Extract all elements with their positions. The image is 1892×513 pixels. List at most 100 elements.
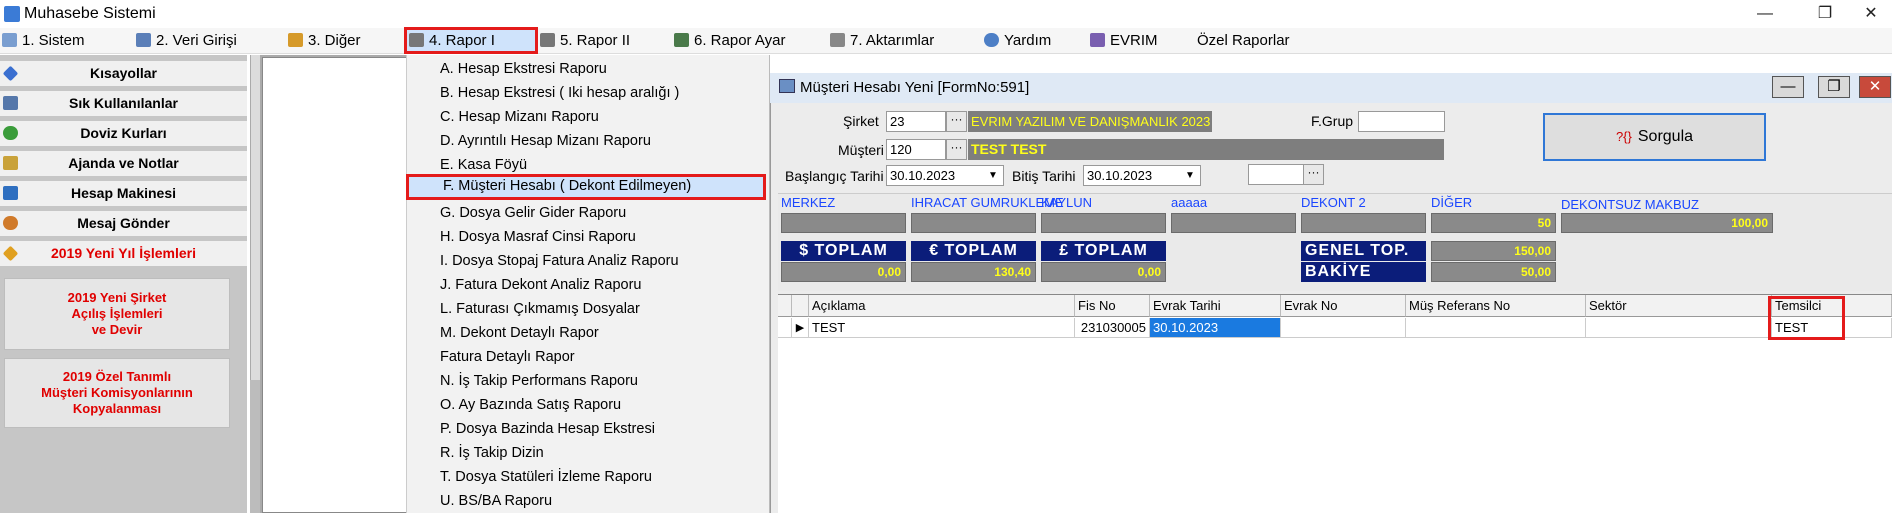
dropdown-item[interactable]: O. Ay Bazında Satış Raporu (406, 393, 770, 417)
mc-lookup-button[interactable]: ··· (1303, 164, 1324, 185)
dropdown-item[interactable]: R. İş Takip Dizin (406, 441, 770, 465)
dropdown-item[interactable]: G. Dosya Gelir Gider Raporu (406, 201, 770, 225)
summary-value-aaaaa (1171, 213, 1296, 233)
dropdown-item[interactable]: B. Hesap Ekstresi ( Iki hesap aralığı ) (406, 81, 770, 105)
currency-icon (3, 126, 18, 140)
sirket-lookup-button[interactable]: ··· (946, 111, 967, 132)
menu-sistem[interactable]: 1. Sistem (0, 28, 85, 53)
menu-label: 1. Sistem (22, 32, 85, 49)
sidebar-yeni-sirket-button[interactable]: 2019 Yeni Şirket Açılış İşlemleri ve Devir (4, 278, 230, 350)
line: 2019 Özel Tanımlı (62, 369, 172, 384)
musteri-lookup-button[interactable]: ··· (946, 139, 967, 160)
dropdown-item[interactable]: T. Dosya Statüleri İzleme Raporu (406, 465, 770, 489)
sidebar-komisyon-button[interactable]: 2019 Özel Tanımlı Müşteri Komisyonlarının… (4, 358, 230, 428)
line: Müşteri Komisyonlarının (41, 385, 193, 400)
sirket-code-input[interactable]: 23 (886, 111, 946, 132)
bakiye-value: 50,00 (1431, 262, 1556, 282)
dropdown-item[interactable]: I. Dosya Stopaj Fatura Analiz Raporu (406, 249, 770, 273)
col-evrak-no[interactable]: Evrak No (1281, 295, 1406, 317)
fgrup-input[interactable] (1358, 111, 1445, 132)
sidebar-yeni-yil-islemleri[interactable]: 2019 Yeni Yıl İşlemleri (0, 241, 247, 268)
sirket-name-display: EVRIM YAZILIM VE DANIŞMANLIK 2023 (968, 111, 1212, 132)
printer-icon (409, 33, 424, 47)
form-close-button[interactable]: ✕ (1859, 76, 1891, 98)
menu-diger[interactable]: 3. Diğer (286, 28, 361, 53)
cell-fis-no[interactable]: 231030005 (1075, 318, 1150, 338)
menu-ozel-raporlar[interactable]: Özel Raporlar (1175, 28, 1290, 53)
menu-label: Yardım (1004, 32, 1052, 49)
dropdown-item[interactable]: U. BS/BA Raporu (406, 489, 770, 513)
menu-rapor-ayar[interactable]: 6. Rapor Ayar (672, 28, 785, 53)
dropdown-item[interactable]: J. Fatura Dekont Analiz Raporu (406, 273, 770, 297)
menu-aktarimlar[interactable]: 7. Aktarımlar (828, 28, 934, 53)
col-fis-no[interactable]: Fis No (1075, 295, 1150, 317)
menu-label: 2. Veri Girişi (156, 32, 237, 49)
new-year-icon (2, 245, 19, 262)
dropdown-item[interactable]: M. Dekont Detaylı Rapor (406, 321, 770, 345)
musteri-name-display: TEST TEST (968, 139, 1444, 160)
dropdown-item[interactable]: N. İş Takip Performans Raporu (406, 369, 770, 393)
cell-evrak-tarihi[interactable]: 30.10.2023 (1150, 318, 1281, 338)
minimize-button[interactable]: — (1742, 2, 1788, 26)
sidebar-sik-kullanilanlar[interactable]: Sık Kullanılanlar (0, 91, 247, 118)
musteri-label: Müşteri (838, 142, 884, 158)
query-icon: ?{} (1615, 129, 1632, 144)
sidebar-scroll-thumb[interactable] (250, 380, 260, 513)
musteri-code-input[interactable]: 120 (886, 139, 946, 160)
cell-aciklama[interactable]: TEST (809, 318, 1075, 338)
col-evrak-tarihi[interactable]: Evrak Tarihi (1150, 295, 1281, 317)
dropdown-item[interactable]: F. Müşteri Hesabı ( Dekont Edilmeyen) (406, 174, 766, 200)
sorgula-label: Sorgula (1637, 128, 1694, 145)
col-sektor[interactable]: Sektör (1586, 295, 1772, 317)
dropdown-item[interactable]: D. Ayrıntılı Hesap Mizanı Raporu (406, 129, 770, 153)
sidebar-label: Doviz Kurları (80, 125, 167, 141)
form-maximize-button[interactable]: ❐ (1818, 76, 1850, 98)
sidebar-doviz-kurlari[interactable]: Doviz Kurları (0, 121, 247, 148)
baslangic-tarihi-label: Başlangıç Tarihi (785, 168, 884, 184)
dropdown-item[interactable]: A. Hesap Ekstresi Raporu (406, 57, 770, 81)
form-minimize-button[interactable]: — (1772, 76, 1804, 98)
sidebar-mesaj-gonder[interactable]: Mesaj Gönder (0, 211, 247, 238)
calculator-icon (3, 186, 18, 200)
sidebar-label: Sık Kullanılanlar (69, 95, 178, 111)
euro-toplam-value: 130,40 (911, 262, 1036, 282)
sorgula-button[interactable]: ?{} Sorgula (1543, 113, 1766, 161)
maximize-button[interactable]: ❐ (1802, 2, 1848, 26)
evrim-icon (1090, 33, 1105, 47)
bitis-dropdown-icon[interactable]: ▼ (1181, 165, 1199, 186)
dropdown-item[interactable]: Fatura Detaylı Rapor (406, 345, 770, 369)
summary-label-merkez: MERKEZ (781, 195, 836, 210)
menu-yardim[interactable]: Yardım (982, 28, 1051, 53)
summary-value-dekont2 (1301, 213, 1426, 233)
sidebar-hesap-makinesi[interactable]: Hesap Makinesi (0, 181, 247, 208)
close-button[interactable]: ✕ (1848, 2, 1892, 26)
sidebar-label: Ajanda ve Notlar (68, 155, 179, 171)
row-indicator-icon: ▶ (792, 318, 809, 338)
menu-rapor-1[interactable]: 4. Rapor I (404, 27, 538, 54)
genel-toplam-value: 150,00 (1431, 241, 1556, 261)
col-aciklama[interactable]: Açıklama (809, 295, 1075, 317)
col-mus-referans-no[interactable]: Müş Referans No (1406, 295, 1586, 317)
baslangic-dropdown-icon[interactable]: ▼ (984, 165, 1002, 186)
other-icon (288, 33, 303, 47)
sidebar-ajanda[interactable]: Ajanda ve Notlar (0, 151, 247, 178)
cell-evrak-no[interactable] (1281, 318, 1406, 338)
menu-label: Özel Raporlar (1197, 32, 1290, 49)
mc-input[interactable] (1248, 164, 1304, 185)
sterlin-toplam-value: 0,00 (1041, 262, 1166, 282)
dropdown-item[interactable]: L. Faturası Çıkmamış Dosyalar (406, 297, 770, 321)
menu-bar (0, 28, 1892, 54)
cell-sektor[interactable] (1586, 318, 1772, 338)
dropdown-item[interactable]: H. Dosya Masraf Cinsi Raporu (406, 225, 770, 249)
cell-mus-referans-no[interactable] (1406, 318, 1586, 338)
menu-evrim[interactable]: EVRIM (1088, 28, 1158, 53)
menu-rapor-2[interactable]: 5. Rapor II (538, 28, 630, 53)
dropdown-item[interactable]: P. Dosya Bazinda Hesap Ekstresi (406, 417, 770, 441)
sidebar-kisayollar[interactable]: Kısayollar (0, 61, 247, 88)
menu-veri-girisi[interactable]: 2. Veri Girişi (134, 28, 237, 53)
menu-label: EVRIM (1110, 32, 1158, 49)
dropdown-item[interactable]: C. Hesap Mizanı Raporu (406, 105, 770, 129)
row-gutter (778, 318, 792, 338)
menu-label: 6. Rapor Ayar (694, 32, 786, 49)
bakiye-label: BAKİYE (1301, 262, 1426, 282)
